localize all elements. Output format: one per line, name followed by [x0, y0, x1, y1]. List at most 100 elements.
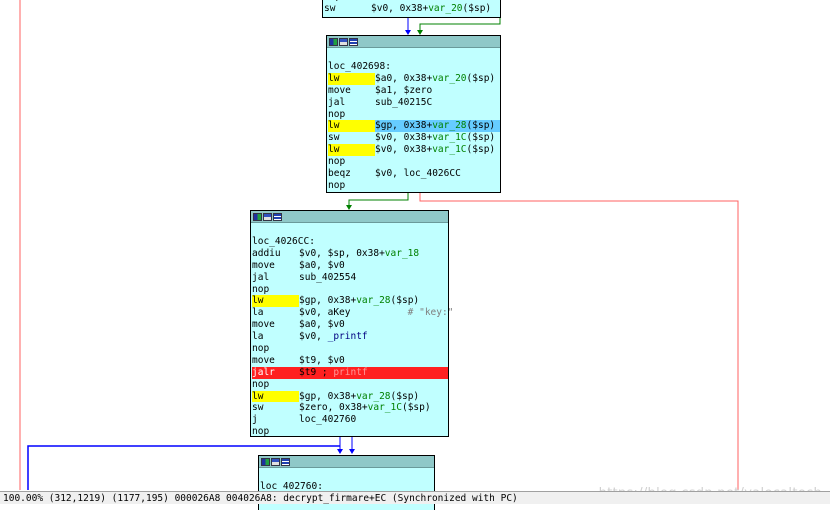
instruction-line[interactable]: la $v0, _printf: [252, 331, 448, 343]
instruction-line[interactable]: jal sub_402554: [252, 272, 448, 284]
operand: var_28: [356, 295, 391, 307]
instruction-line[interactable]: sw $v0, 0x38+var_1C($sp): [328, 132, 500, 144]
operand: var_18: [384, 247, 420, 259]
instruction-line[interactable]: lw $gp, 0x38+var_28($sp): [252, 390, 448, 403]
operand: $gp, 0x38+: [299, 295, 357, 307]
mnemonic: nop: [252, 283, 270, 295]
operand: $v0,: [299, 331, 328, 343]
mnemonic: nop: [252, 426, 270, 438]
operand: $v0, aKey: [299, 307, 351, 319]
operand: sub_40215C: [375, 96, 433, 108]
edge-red-right: [419, 193, 739, 490]
mnemonic: nop: [328, 156, 346, 168]
graph-color-icon[interactable]: [261, 457, 270, 466]
instruction-line[interactable]: move $a1, $zero: [328, 85, 500, 97]
edge-blue-bottom2-arrow: [349, 449, 355, 454]
operand: $t9, $v0: [299, 354, 345, 366]
graph-view-icon[interactable]: [263, 212, 272, 221]
instruction-line[interactable]: nop: [252, 426, 448, 438]
mnemonic: move: [252, 354, 275, 366]
mnemonic: nop: [328, 108, 346, 120]
instruction-line[interactable]: move $a0, $v0: [252, 260, 448, 272]
graph-text-icon[interactable]: [273, 212, 282, 221]
mnemonic: jal: [252, 271, 270, 283]
operand: ($sp): [466, 132, 496, 144]
instruction-line[interactable]: nop: [252, 284, 448, 296]
graph-text-icon[interactable]: [281, 457, 290, 466]
edge-blue-bottom-arrow: [337, 449, 343, 454]
instruction-line[interactable]: addiu $v0, $sp, 0x38+var_18: [252, 248, 448, 260]
operand: ($sp): [390, 390, 420, 402]
mnemonic: sw: [252, 402, 264, 414]
operand: var_1C: [367, 402, 402, 414]
operand: _printf: [327, 331, 368, 343]
operand: var_20: [428, 2, 463, 14]
instruction-line[interactable]: move $t9, $v0: [252, 355, 448, 367]
mnemonic: jal: [328, 96, 346, 108]
instruction-line[interactable]: lw $a0, 0x38+var_20($sp): [328, 72, 500, 85]
edge-green-mid: [348, 193, 409, 205]
instruction-line[interactable]: nop: [328, 180, 500, 192]
graph-view[interactable]: nopsw$v0, 0x38+var_20($sp) loc_402698:lw…: [0, 0, 830, 510]
mnemonic: lw: [328, 120, 375, 133]
graph-view-icon[interactable]: [339, 37, 348, 46]
graph-color-icon[interactable]: [253, 212, 262, 221]
graph-color-icon[interactable]: [329, 37, 338, 46]
operand: ($sp): [390, 295, 420, 307]
operand: $v0, loc_4026CC: [375, 168, 461, 180]
block-label[interactable]: loc_402698:: [328, 61, 500, 73]
mnemonic: beqz: [328, 168, 351, 180]
mnemonic: nop: [252, 378, 270, 390]
operand: ($sp): [466, 120, 496, 132]
code-block-loc-402698[interactable]: loc_402698: lw $a0, 0x38+var_20($sp) move $a…: [326, 35, 501, 193]
operand: var_28: [432, 120, 467, 132]
mnemonic: lw: [328, 72, 375, 85]
instruction-line[interactable]: nop: [328, 109, 500, 121]
instruction-line[interactable]: jalr $t9 ; printf: [252, 366, 448, 379]
operand: ($sp): [466, 72, 496, 84]
operand: var_1C: [432, 132, 467, 144]
instruction-line[interactable]: sw $zero, 0x38+var_1C($sp): [252, 402, 448, 414]
graph-view-icon[interactable]: [271, 457, 280, 466]
mnemonic: la: [252, 307, 264, 319]
operand: sub_402554: [299, 271, 357, 283]
status-bar: 100.00% (312,1219) (1177,195) 000026A8 0…: [0, 491, 830, 504]
operand: $a1, $zero: [375, 84, 433, 96]
mnemonic: sw: [324, 2, 336, 14]
mnemonic: lw: [328, 144, 375, 157]
mnemonic: move: [252, 259, 275, 271]
comment: # "key:": [350, 307, 454, 319]
operand: $zero, 0x38+: [299, 402, 368, 414]
operand: var_20: [432, 72, 467, 84]
instruction-line[interactable]: jal sub_40215C: [328, 97, 500, 109]
block-label[interactable]: loc_4026CC:: [252, 236, 448, 248]
code-block-top[interactable]: nopsw$v0, 0x38+var_20($sp): [322, 0, 501, 18]
mnemonic: addiu: [252, 247, 281, 259]
instruction-line[interactable]: sw $v0, 0x38+var_20($sp): [324, 3, 500, 15]
instruction-line[interactable]: lw $gp, 0x38+var_28($sp): [252, 295, 448, 308]
operand: $gp, 0x38+: [299, 390, 357, 402]
instruction-line[interactable]: nop: [252, 343, 448, 355]
instruction-line[interactable]: lw $gp, 0x38+var_28($sp): [328, 120, 500, 133]
instruction-line[interactable]: la $v0, aKey # "key:": [252, 307, 453, 319]
mnemonic: sw: [328, 132, 340, 144]
mnemonic: move: [328, 84, 351, 96]
operand: $v0, 0x38+: [375, 132, 433, 144]
block-title-bar: [327, 36, 500, 48]
mnemonic: nop: [252, 343, 270, 355]
operand: $t9 ;: [299, 366, 334, 378]
instruction-line[interactable]: j loc_402760: [252, 414, 448, 426]
mnemonic: la: [252, 331, 264, 343]
instruction-line[interactable]: beqz $v0, loc_4026CC: [328, 168, 500, 180]
operand: var_28: [356, 390, 391, 402]
operand: $a0, 0x38+: [375, 72, 433, 84]
instruction-line[interactable]: nop: [328, 156, 500, 168]
block-title-bar: [251, 211, 448, 223]
operand: $gp, 0x38+: [375, 120, 433, 132]
instruction-line[interactable]: lw $v0, 0x38+var_1C($sp): [328, 144, 500, 157]
instruction-line[interactable]: nop: [252, 379, 448, 391]
operand: ($sp): [401, 402, 431, 414]
graph-text-icon[interactable]: [349, 37, 358, 46]
code-block-loc-4026cc[interactable]: loc_4026CC: addiu $v0, $sp, 0x38+var_18 mov…: [250, 210, 453, 438]
instruction-line[interactable]: move $a0, $v0: [252, 319, 448, 331]
